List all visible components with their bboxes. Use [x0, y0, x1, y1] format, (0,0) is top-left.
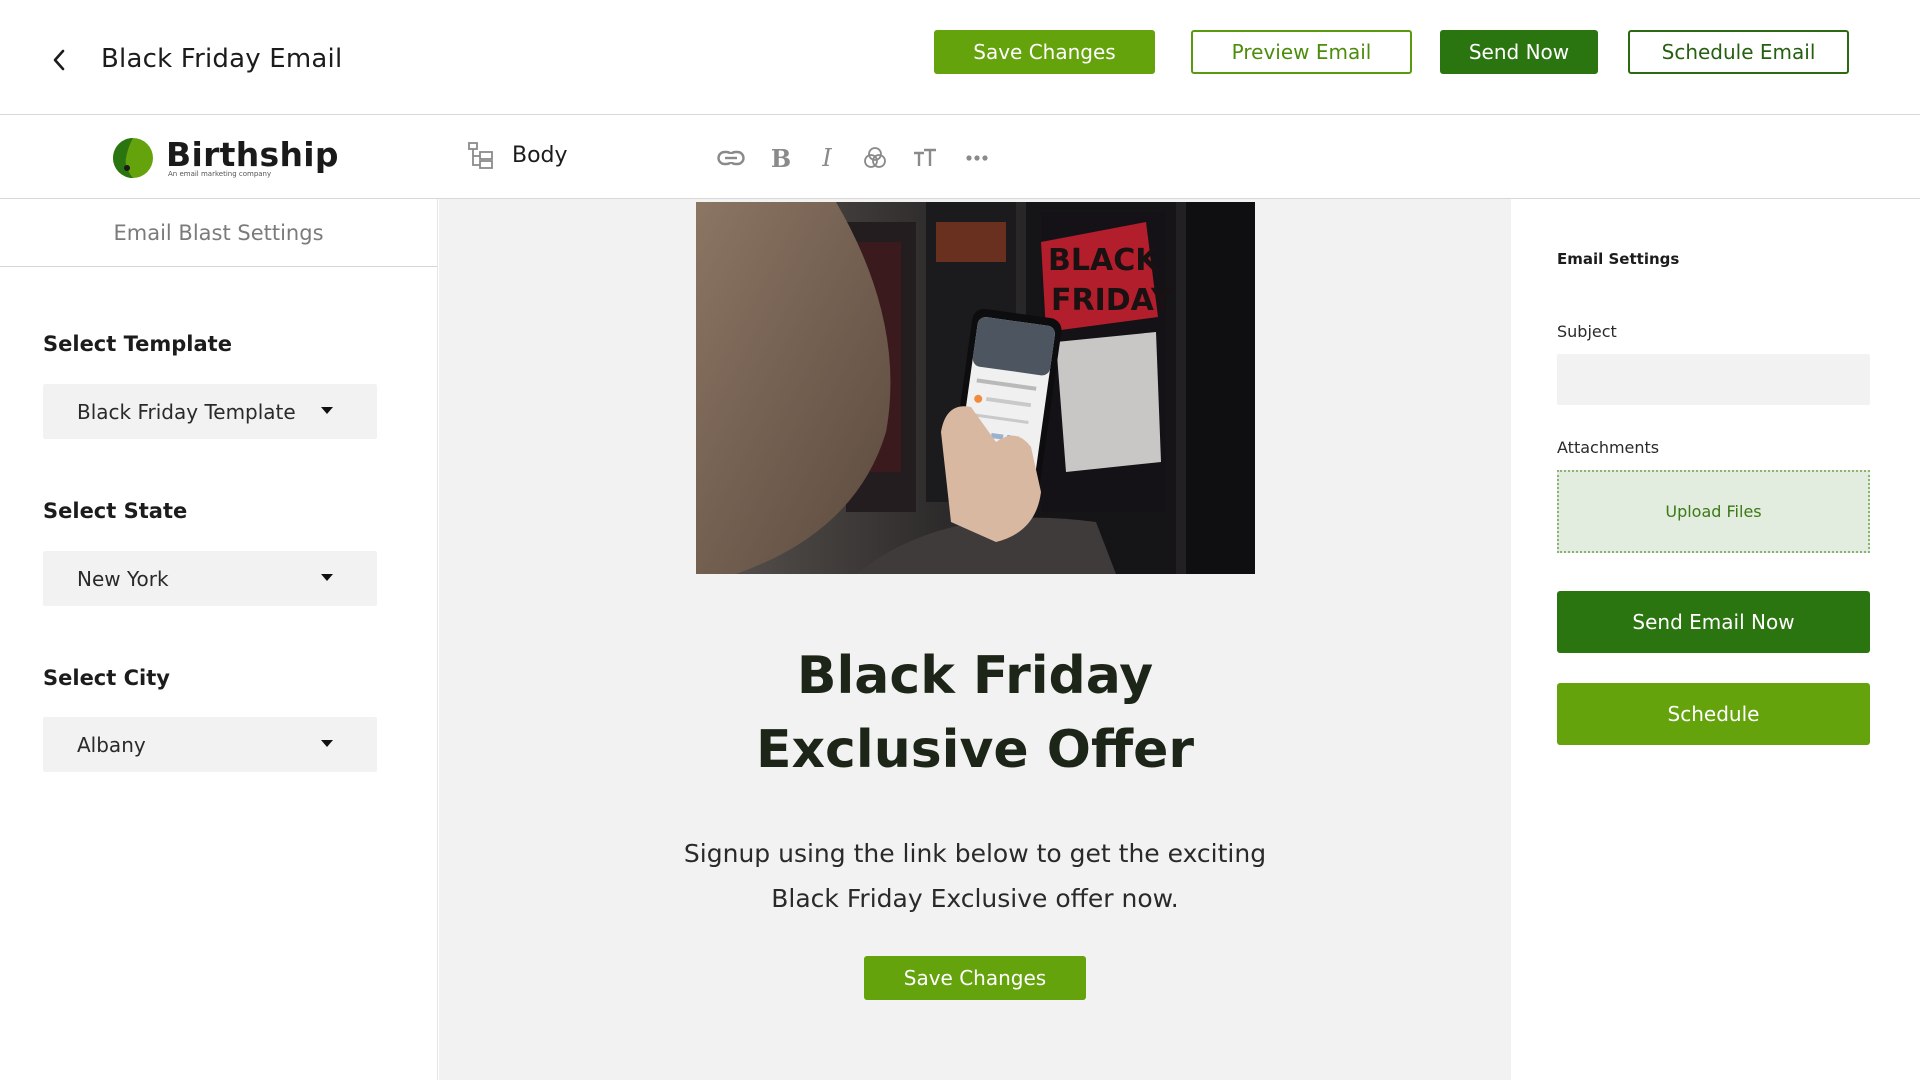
caret-down-icon — [321, 407, 333, 414]
email-body-text: Signup using the link below to get the e… — [439, 831, 1511, 921]
email-blast-settings-panel: Email Blast Settings Select Template Bla… — [0, 199, 438, 1080]
body-line-1: Signup using the link below to get the e… — [683, 839, 1267, 868]
schedule-button[interactable]: Schedule — [1557, 683, 1870, 745]
state-value: New York — [77, 566, 169, 591]
schedule-email-button[interactable]: Schedule Email — [1628, 30, 1849, 74]
subject-label: Subject — [1557, 322, 1617, 341]
hero-image[interactable]: BLACK FRIDAY — [696, 202, 1255, 574]
hero-sign-text-1: BLACK — [1048, 243, 1160, 278]
send-email-now-button[interactable]: Send Email Now — [1557, 591, 1870, 653]
text-size-icon[interactable] — [910, 143, 940, 173]
top-bar: Black Friday Email Save Changes Preview … — [0, 0, 1920, 115]
city-select[interactable]: Albany — [43, 717, 377, 772]
email-headline: Black Friday Exclusive Offer — [439, 639, 1511, 787]
save-changes-button[interactable]: Save Changes — [934, 30, 1155, 74]
layers-tree-icon[interactable] — [468, 142, 494, 170]
body-line-2: Black Friday Exclusive offer now. — [771, 884, 1179, 913]
template-label: Select Template — [43, 332, 232, 356]
color-blend-icon[interactable] — [860, 143, 890, 173]
send-now-button[interactable]: Send Now — [1440, 30, 1598, 74]
state-label: Select State — [43, 499, 188, 523]
template-select[interactable]: Black Friday Template — [43, 384, 377, 439]
city-value: Albany — [77, 732, 146, 757]
headline-line-1: Black Friday — [796, 646, 1154, 706]
back-button[interactable] — [44, 45, 74, 75]
upload-files-dropzone[interactable]: Upload Files — [1557, 470, 1870, 553]
brand-tagline: An email marketing company — [168, 170, 272, 178]
email-settings-panel: Email Settings Subject Attachments Uploa… — [1511, 199, 1920, 1080]
link-icon[interactable] — [716, 143, 746, 173]
brand-name: Birthship — [166, 135, 339, 174]
city-label: Select City — [43, 666, 170, 690]
caret-down-icon — [321, 574, 333, 581]
email-cta-button[interactable]: Save Changes — [864, 956, 1086, 1000]
hero-sign-text-2: FRIDAY — [1051, 283, 1174, 318]
email-canvas: BLACK FRIDAY Black Friday Exclusive Offe… — [439, 199, 1511, 1080]
panel-heading: Email Blast Settings — [0, 199, 437, 267]
template-value: Black Friday Template — [77, 399, 296, 424]
page-title: Black Friday Email — [101, 44, 343, 74]
headline-line-2: Exclusive Offer — [755, 720, 1194, 780]
preview-email-button[interactable]: Preview Email — [1191, 30, 1412, 74]
subject-input[interactable] — [1557, 354, 1870, 405]
bold-icon[interactable]: B — [766, 143, 796, 173]
editor-toolbar: Birthship An email marketing company Bod… — [0, 115, 1920, 199]
section-label: Body — [512, 143, 568, 168]
email-settings-title: Email Settings — [1557, 250, 1680, 268]
birthship-logo-icon — [113, 138, 153, 178]
attachments-label: Attachments — [1557, 438, 1660, 457]
caret-down-icon — [321, 740, 333, 747]
italic-icon[interactable]: I — [812, 143, 842, 173]
chevron-left-icon — [53, 49, 65, 71]
more-options-icon[interactable] — [962, 143, 992, 173]
state-select[interactable]: New York — [43, 551, 377, 606]
